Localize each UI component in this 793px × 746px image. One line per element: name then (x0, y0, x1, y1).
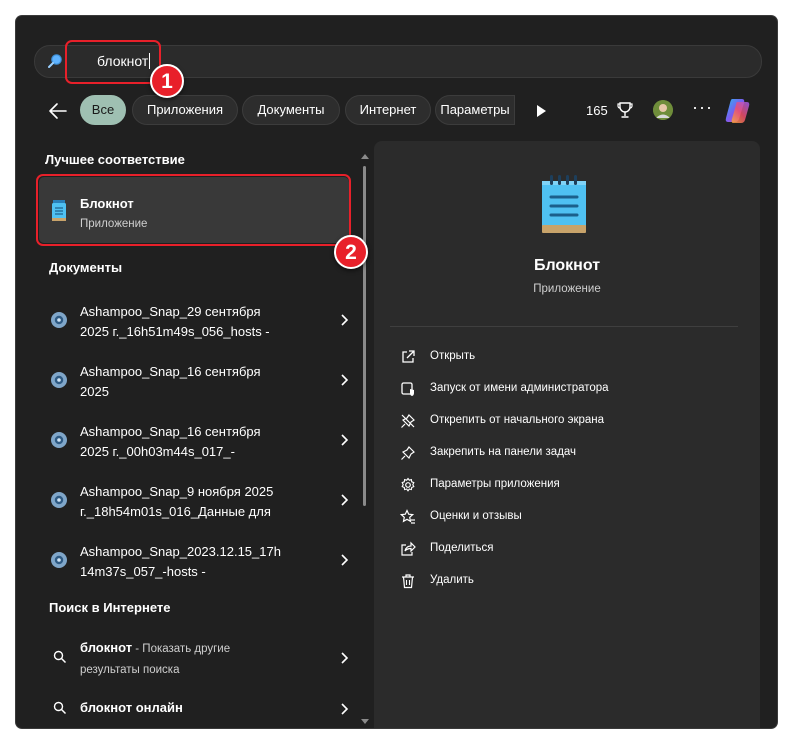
action-share[interactable]: Поделиться (400, 538, 740, 560)
chevron-right-icon[interactable] (339, 313, 349, 327)
start-search-panel: блокнот Все Приложения Документы Интерне… (16, 16, 777, 728)
chevron-right-icon[interactable] (339, 651, 349, 665)
web-result-text: блокнот - Показать другие результаты поис… (80, 640, 231, 676)
search-icon (53, 650, 67, 664)
search-icon (48, 54, 62, 68)
highlight-search-query (65, 40, 161, 84)
highlight-best-match (36, 174, 351, 246)
notepad-large-icon (542, 175, 586, 233)
action-run-as-admin[interactable]: Запуск от имени администратора (400, 378, 740, 400)
scroll-up-arrow[interactable] (361, 154, 369, 159)
share-icon (401, 541, 416, 556)
search-icon (53, 701, 67, 715)
image-file-icon (51, 432, 67, 448)
pin-icon (401, 446, 415, 460)
step-badge-1: 1 (150, 64, 184, 98)
gear-icon (401, 477, 415, 492)
web-result-item[interactable]: блокнот онлайн (39, 696, 349, 722)
scroll-down-arrow[interactable] (361, 719, 369, 724)
action-ratings-reviews[interactable]: Оценки и отзывы (400, 506, 740, 528)
chevron-right-icon[interactable] (339, 702, 349, 716)
image-file-icon (51, 312, 67, 328)
document-title: Ashampoo_Snap_9 ноября 2025 г._18h54m01s_… (80, 484, 274, 519)
document-item[interactable]: Ashampoo_Snap_16 сентября 2025 (39, 352, 349, 408)
chevron-right-icon[interactable] (339, 433, 349, 447)
filter-bar: Все Приложения Документы Интернет Параме… (16, 94, 777, 128)
back-arrow-icon[interactable] (48, 102, 68, 120)
open-icon (402, 350, 415, 363)
document-title: Ashampoo_Snap_16 сентября 2025 г._00h03m4… (80, 424, 261, 459)
more-options-icon[interactable]: ··· (692, 97, 713, 118)
document-item[interactable]: Ashampoo_Snap_29 сентября 2025 г._16h51m4… (39, 292, 349, 348)
more-filters-arrow-icon[interactable] (537, 105, 546, 117)
chip-apps[interactable]: Приложения (132, 95, 238, 125)
app-title: Блокнот (533, 257, 601, 274)
chip-internet[interactable]: Интернет (345, 95, 431, 125)
action-unpin-start[interactable]: Открепить от начального экрана (400, 410, 740, 432)
copilot-icon[interactable] (723, 97, 753, 125)
chevron-right-icon[interactable] (339, 553, 349, 567)
action-uninstall[interactable]: Удалить (400, 570, 740, 592)
document-title: Ashampoo_Snap_2023.12.15_17h 14m37s_057_-… (80, 544, 281, 579)
divider (390, 326, 738, 327)
image-file-icon (51, 372, 67, 388)
action-open[interactable]: Открыть (400, 346, 740, 368)
document-item[interactable]: Ashampoo_Snap_2023.12.15_17h 14m37s_057_-… (39, 532, 349, 588)
web-search-heading: Поиск в Интернете (49, 600, 171, 615)
document-item[interactable]: Ashampoo_Snap_16 сентября 2025 г._00h03m4… (39, 412, 349, 468)
app-type: Приложение (533, 283, 601, 295)
chip-documents[interactable]: Документы (242, 95, 340, 125)
chevron-right-icon[interactable] (339, 493, 349, 507)
admin-shield-icon (401, 382, 414, 396)
star-review-icon (400, 509, 415, 524)
document-item[interactable]: Ashampoo_Snap_9 ноября 2025 г._18h54m01s_… (39, 472, 349, 528)
image-file-icon (51, 492, 67, 508)
action-pin-taskbar[interactable]: Закрепить на панели задач (400, 442, 740, 464)
trash-icon (402, 574, 414, 589)
step-badge-2: 2 (334, 235, 368, 269)
document-title: Ashampoo_Snap_16 сентября 2025 (80, 364, 261, 399)
rewards-count: 165 (586, 103, 608, 118)
chip-all[interactable]: Все (80, 95, 126, 125)
web-result-item[interactable]: блокнот - Показать другие результаты поис… (39, 636, 349, 680)
document-title: Ashampoo_Snap_29 сентября 2025 г._16h51m4… (80, 304, 270, 339)
results-scrollbar[interactable] (363, 166, 366, 506)
chip-settings[interactable]: Параметры (435, 95, 515, 125)
trophy-icon[interactable] (617, 101, 633, 119)
image-file-icon (51, 552, 67, 568)
details-pane: Блокнот Приложение Открыть Запуск от име… (374, 141, 760, 728)
unpin-icon (401, 414, 415, 428)
documents-heading: Документы (49, 260, 123, 275)
action-app-settings[interactable]: Параметры приложения (400, 474, 740, 496)
chevron-right-icon[interactable] (339, 373, 349, 387)
web-result-text: блокнот онлайн (80, 700, 183, 715)
user-avatar[interactable] (653, 100, 673, 120)
best-match-heading: Лучшее соответствие (45, 152, 185, 167)
